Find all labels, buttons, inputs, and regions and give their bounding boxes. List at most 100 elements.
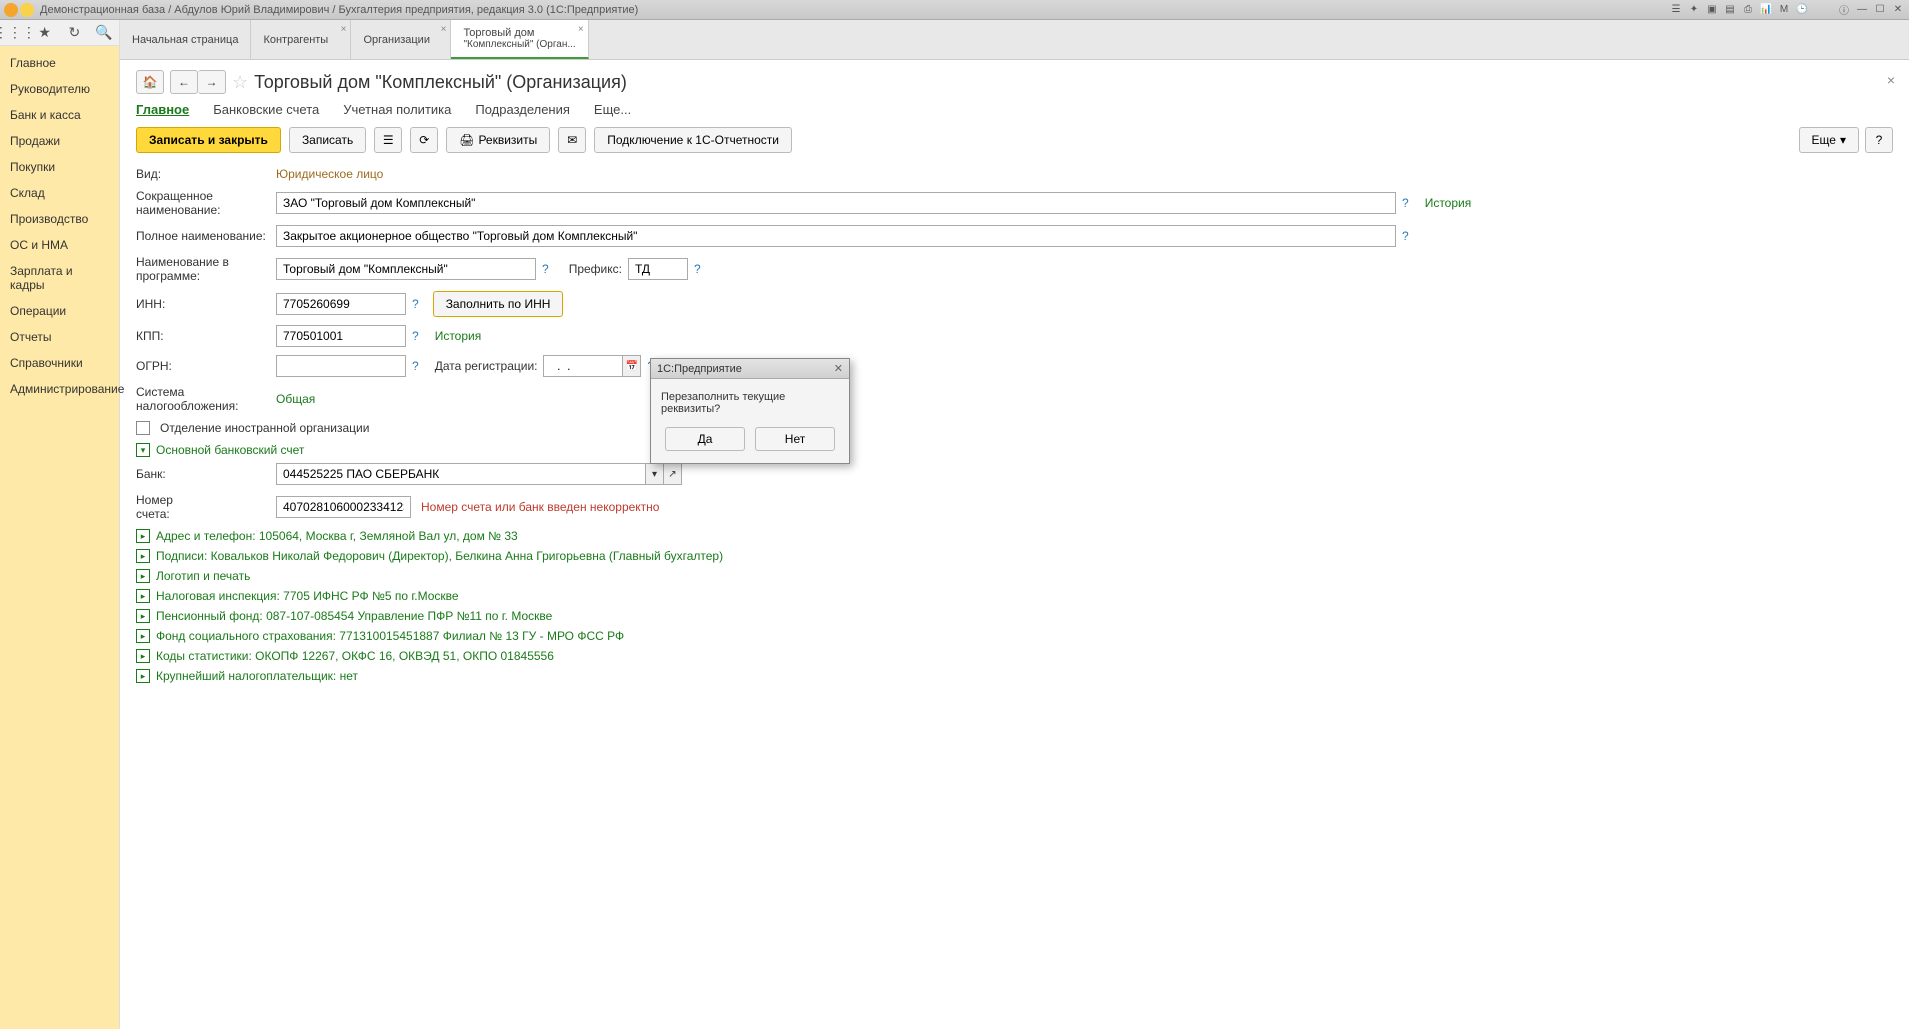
bank-section[interactable]: Основной банковский счет xyxy=(156,443,304,457)
dialog-close-icon[interactable]: ✕ xyxy=(834,362,843,375)
connect-button[interactable]: Подключение к 1С-Отчетности xyxy=(594,127,792,153)
expand-icon[interactable]: ▸ xyxy=(136,549,150,563)
requisites-button[interactable]: 🖨Реквизиты xyxy=(446,127,550,153)
maximize-icon[interactable]: ☐ xyxy=(1873,3,1887,17)
grid-icon[interactable]: ⋮⋮⋮ xyxy=(6,24,24,42)
more-button[interactable]: Еще ▾ xyxy=(1799,127,1859,153)
subtab-policy[interactable]: Учетная политика xyxy=(343,102,451,117)
regdate-input[interactable] xyxy=(543,355,623,377)
sidebar-item-salary[interactable]: Зарплата и кадры xyxy=(0,258,119,298)
collapse-icon[interactable]: ▾ xyxy=(136,443,150,457)
history-link[interactable]: История xyxy=(1425,196,1472,210)
section-largest[interactable]: Крупнейший налогоплательщик: нет xyxy=(156,669,358,683)
help-icon[interactable]: ⓘ xyxy=(1837,3,1851,17)
section-stats[interactable]: Коды статистики: ОКОПФ 12267, ОКФС 16, О… xyxy=(156,649,554,663)
toolbar-icon-4[interactable]: ▤ xyxy=(1723,3,1737,17)
favorite-icon[interactable]: ☆ xyxy=(232,72,248,93)
subtab-bank[interactable]: Банковские счета xyxy=(213,102,319,117)
ogrn-input[interactable] xyxy=(276,355,406,377)
expand-icon[interactable]: ▸ xyxy=(136,669,150,683)
bank-input[interactable] xyxy=(276,463,646,485)
acct-input[interactable] xyxy=(276,496,411,518)
expand-icon[interactable]: ▸ xyxy=(136,629,150,643)
toolbar-icon-2[interactable]: ✦ xyxy=(1687,3,1701,17)
help-button[interactable]: ? xyxy=(1865,127,1893,153)
toolbar-icon-clock[interactable]: 🕒 xyxy=(1795,3,1809,17)
section-logo[interactable]: Логотип и печать xyxy=(156,569,250,583)
close-form-icon[interactable]: × xyxy=(1887,72,1895,88)
inn-input[interactable] xyxy=(276,293,406,315)
refresh-button[interactable]: ⟳ xyxy=(410,127,438,153)
expand-icon[interactable]: ▸ xyxy=(136,529,150,543)
tab-close-icon[interactable]: × xyxy=(341,24,347,35)
kpp-input[interactable] xyxy=(276,325,406,347)
subtab-main[interactable]: Главное xyxy=(136,102,189,117)
mail-button[interactable]: ✉ xyxy=(558,127,586,153)
help-icon[interactable]: ? xyxy=(542,262,549,276)
help-icon[interactable]: ? xyxy=(412,359,419,373)
search-icon[interactable]: 🔍 xyxy=(95,24,113,42)
minimize-icon[interactable]: — xyxy=(1855,3,1869,17)
home-button[interactable]: 🏠 xyxy=(136,70,164,94)
sidebar-item-purchases[interactable]: Покупки xyxy=(0,154,119,180)
polnoe-input[interactable] xyxy=(276,225,1396,247)
history-icon[interactable]: ↻ xyxy=(65,24,83,42)
subtab-divisions[interactable]: Подразделения xyxy=(475,102,570,117)
foreign-checkbox[interactable] xyxy=(136,421,150,435)
section-address[interactable]: Адрес и телефон: 105064, Москва г, Земля… xyxy=(156,529,518,543)
dropdown-icon[interactable]: ▾ xyxy=(646,463,664,485)
expand-icon[interactable]: ▸ xyxy=(136,589,150,603)
sidebar-item-stock[interactable]: Склад xyxy=(0,180,119,206)
expand-icon[interactable]: ▸ xyxy=(136,569,150,583)
sidebar-item-os[interactable]: ОС и НМА xyxy=(0,232,119,258)
close-icon[interactable]: ✕ xyxy=(1891,3,1905,17)
open-icon[interactable]: ↗ xyxy=(664,463,682,485)
help-icon[interactable]: ? xyxy=(694,262,701,276)
toolbar-icon-calc[interactable]: 📊 xyxy=(1759,3,1773,17)
section-signatures[interactable]: Подписи: Ковальков Николай Федорович (Ди… xyxy=(156,549,723,563)
expand-icon[interactable]: ▸ xyxy=(136,609,150,623)
back-button[interactable]: ← xyxy=(170,70,198,94)
sidebar-item-manager[interactable]: Руководителю xyxy=(0,76,119,102)
help-icon[interactable]: ? xyxy=(412,329,419,343)
save-button[interactable]: Записать xyxy=(289,127,366,153)
sidebar-item-reports[interactable]: Отчеты xyxy=(0,324,119,350)
tab-close-icon[interactable]: × xyxy=(441,24,447,35)
history-link[interactable]: История xyxy=(435,329,482,343)
sidebar-item-sales[interactable]: Продажи xyxy=(0,128,119,154)
toolbar-icon-m[interactable]: M xyxy=(1777,3,1791,17)
sidebar-item-production[interactable]: Производство xyxy=(0,206,119,232)
help-icon[interactable]: ? xyxy=(412,297,419,311)
expand-icon[interactable]: ▸ xyxy=(136,649,150,663)
tab-orgs[interactable]: Организации× xyxy=(351,20,451,59)
tab-close-icon[interactable]: × xyxy=(578,24,584,35)
toolbar-icon-1[interactable]: ☰ xyxy=(1669,3,1683,17)
sidebar-item-refs[interactable]: Справочники xyxy=(0,350,119,376)
tax-link[interactable]: Общая xyxy=(276,392,315,406)
calendar-icon[interactable]: 📅 xyxy=(623,355,641,377)
sokr-input[interactable] xyxy=(276,192,1396,214)
section-tax-insp[interactable]: Налоговая инспекция: 7705 ИФНС РФ №5 по … xyxy=(156,589,459,603)
tab-org-form[interactable]: Торговый дом "Комплексный" (Орган... × xyxy=(451,20,588,59)
help-icon[interactable]: ? xyxy=(1402,196,1409,210)
tab-start[interactable]: Начальная страница xyxy=(120,20,251,59)
help-icon[interactable]: ? xyxy=(1402,229,1409,243)
save-close-button[interactable]: Записать и закрыть xyxy=(136,127,281,153)
naim-input[interactable] xyxy=(276,258,536,280)
list-button[interactable]: ☰ xyxy=(374,127,402,153)
dialog-yes-button[interactable]: Да xyxy=(665,427,745,451)
sidebar-item-admin[interactable]: Администрирование xyxy=(0,376,119,402)
section-pension[interactable]: Пенсионный фонд: 087-107-085454 Управлен… xyxy=(156,609,552,623)
star-icon[interactable]: ★ xyxy=(36,24,54,42)
tab-contragents[interactable]: Контрагенты× xyxy=(251,20,351,59)
sidebar-item-operations[interactable]: Операции xyxy=(0,298,119,324)
fill-inn-button[interactable]: Заполнить по ИНН xyxy=(433,291,564,317)
toolbar-icon-3[interactable]: ▣ xyxy=(1705,3,1719,17)
section-social[interactable]: Фонд социального страхования: 7713100154… xyxy=(156,629,624,643)
dialog-no-button[interactable]: Нет xyxy=(755,427,835,451)
sidebar-item-main[interactable]: Главное xyxy=(0,50,119,76)
prefix-input[interactable] xyxy=(628,258,688,280)
toolbar-icon-5[interactable]: ⎙ xyxy=(1741,3,1755,17)
forward-button[interactable]: → xyxy=(198,70,226,94)
sidebar-item-bank[interactable]: Банк и касса xyxy=(0,102,119,128)
